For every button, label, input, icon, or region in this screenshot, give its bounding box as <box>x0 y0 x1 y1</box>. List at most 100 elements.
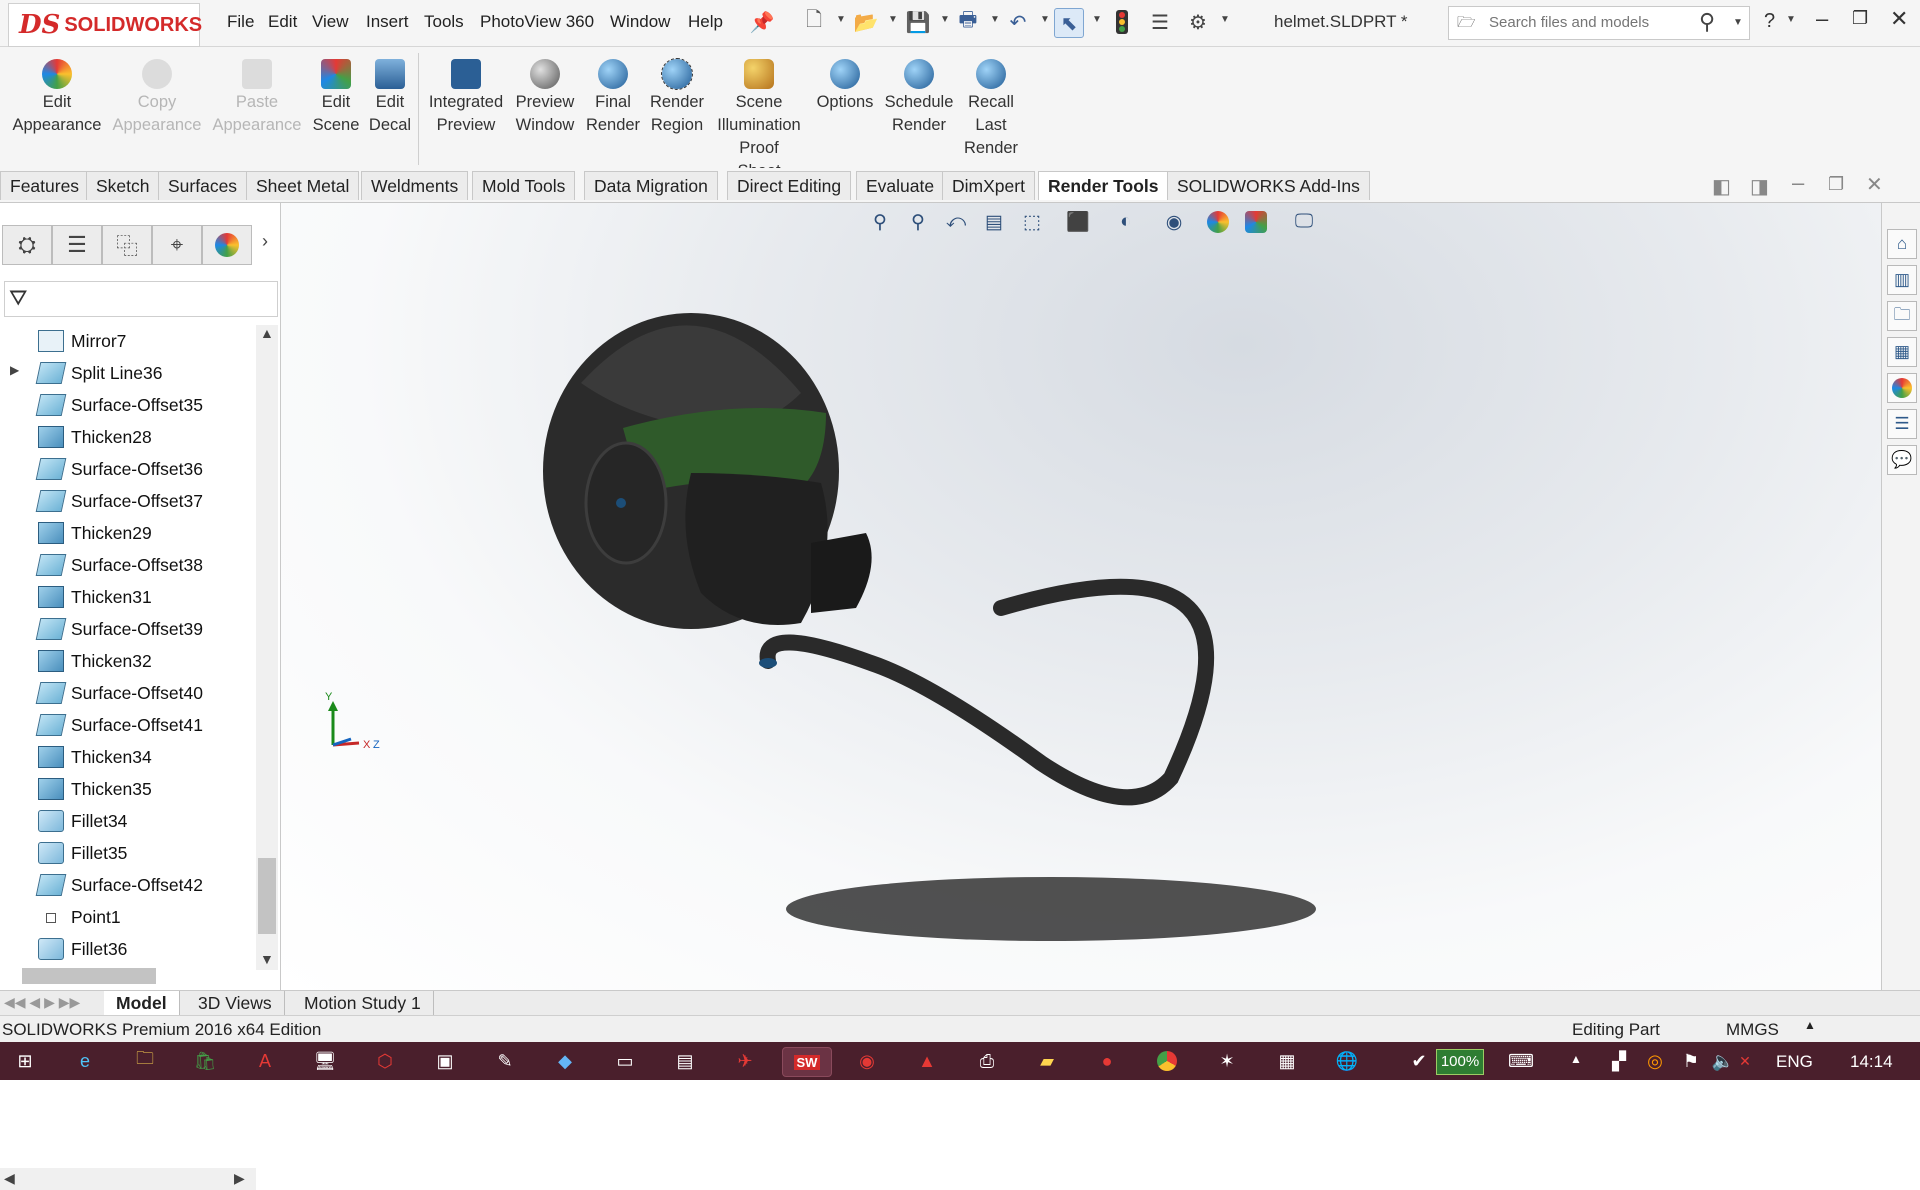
edit-scene-button[interactable]: Edit Scene <box>308 59 364 137</box>
tab-evaluate[interactable]: Evaluate <box>856 171 945 200</box>
scroll-up-arrow-icon[interactable]: ▲ <box>260 325 274 341</box>
graphics-area[interactable]: ⚲ ⚲ ⤺ ▤ ⬚ ⬛ ◐ ◉ 🖵 Y X Z <box>281 203 1881 990</box>
acrobat-icon[interactable]: A <box>250 1047 280 1075</box>
feature-manager-tab[interactable]: ⛭ <box>2 225 52 265</box>
tree-node[interactable]: Surface-Offset37 <box>0 485 256 517</box>
notes-app-icon[interactable]: ▤ <box>670 1047 700 1075</box>
keyboard-icon[interactable]: ⌨ <box>1506 1047 1536 1075</box>
avast-tray-icon[interactable]: ◎ <box>1640 1047 1670 1075</box>
file-properties-icon[interactable]: ☰ <box>1146 8 1174 36</box>
visual-studio-icon[interactable]: ◆ <box>550 1047 580 1075</box>
tree-node[interactable]: Thicken35 <box>0 773 256 805</box>
tree-horizontal-scrollbar[interactable]: ◀ ▶ <box>0 1168 256 1190</box>
tree-node[interactable]: Surface-Offset40 <box>0 677 256 709</box>
solidworks-resources-icon[interactable]: ⌂ <box>1887 229 1917 259</box>
property-manager-tab[interactable]: ☰ <box>52 225 102 265</box>
edit-appearance-button[interactable]: Edit Appearance <box>8 59 106 137</box>
control-panel-icon[interactable]: ▣ <box>430 1047 460 1075</box>
schedule-render-button[interactable]: Schedule Render <box>876 59 962 137</box>
store-icon[interactable]: 🛍 <box>190 1047 220 1075</box>
help-icon[interactable]: ? <box>1764 10 1775 33</box>
tab-dimxpert[interactable]: DimXpert <box>942 171 1035 200</box>
print-icon[interactable]: 🖶 <box>954 8 982 36</box>
language-indicator[interactable]: ENG <box>1776 1052 1813 1072</box>
tree-node[interactable]: Fillet34 <box>0 805 256 837</box>
helmet-model[interactable] <box>281 203 1881 990</box>
action-center-flag-icon[interactable]: ⚑ <box>1676 1047 1706 1075</box>
tab-weldments[interactable]: Weldments <box>361 171 469 200</box>
panel-left-icon[interactable]: ◧ <box>1712 174 1731 199</box>
menu-window[interactable]: Window <box>610 12 670 32</box>
appearances-scenes-decals-icon[interactable] <box>1887 373 1917 403</box>
chevron-down-icon[interactable]: ▼ <box>1220 14 1230 25</box>
doc-close-icon[interactable]: ✕ <box>1866 172 1883 197</box>
sticky-notes-icon[interactable]: ▰ <box>1032 1047 1062 1075</box>
tab-mold-tools[interactable]: Mold Tools <box>472 171 576 200</box>
scene-illumination-proof-sheet-button[interactable]: Scene Illumination Proof Sheet <box>706 59 812 183</box>
design-library-icon[interactable]: ▥ <box>1887 265 1917 295</box>
doc-restore-icon[interactable]: ❐ <box>1828 174 1844 195</box>
configuration-manager-tab[interactable]: ⿻ <box>102 225 152 265</box>
menu-edit[interactable]: Edit <box>268 12 297 32</box>
network-disconnected-icon[interactable]: ✕ <box>1730 1047 1760 1075</box>
panel-right-icon[interactable]: ◨ <box>1750 174 1769 199</box>
select-cursor-icon[interactable]: ⬉ <box>1054 8 1084 38</box>
menu-help[interactable]: Help <box>688 12 723 32</box>
tree-node[interactable]: Thicken31 <box>0 581 256 613</box>
tree-node[interactable]: Surface-Offset38 <box>0 549 256 581</box>
display-manager-tab[interactable] <box>202 225 252 265</box>
tree-node[interactable]: Thicken29 <box>0 517 256 549</box>
tree-node[interactable]: Surface-Offset42 <box>0 869 256 901</box>
close-icon[interactable]: ✕ <box>1890 6 1908 32</box>
doc-minimize-icon[interactable]: – <box>1792 170 1804 196</box>
tree-node[interactable]: Fillet35 <box>0 837 256 869</box>
scroll-left-arrow-icon[interactable]: ◀ <box>4 1170 15 1187</box>
unit-system-selector[interactable]: MMGS <box>1726 1020 1779 1040</box>
menu-tools[interactable]: Tools <box>424 12 464 32</box>
scroll-thumb[interactable] <box>22 968 156 984</box>
scroll-right-arrow-icon[interactable]: ▶ <box>234 1170 245 1187</box>
scanner-app-icon[interactable]: ⎙ <box>972 1047 1002 1075</box>
menu-photoview[interactable]: PhotoView 360 <box>480 12 594 32</box>
feature-filter[interactable]: ⛛ <box>4 281 278 317</box>
scroll-thumb[interactable] <box>258 858 276 934</box>
tab-features[interactable]: Features <box>0 171 90 200</box>
tab-model[interactable]: Model <box>104 991 180 1015</box>
menu-file[interactable]: File <box>227 12 254 32</box>
search-icon[interactable]: ⚲ <box>1699 9 1715 35</box>
clock[interactable]: 14:14 <box>1850 1052 1893 1072</box>
tab-direct-editing[interactable]: Direct Editing <box>727 171 852 200</box>
menu-view[interactable]: View <box>312 12 349 32</box>
chevron-down-icon[interactable]: ▼ <box>940 14 950 25</box>
record-app-icon[interactable]: ◉ <box>852 1047 882 1075</box>
chevron-down-icon[interactable]: ▼ <box>990 14 1000 25</box>
cube-app-icon[interactable]: ⬡ <box>370 1047 400 1075</box>
tree-node[interactable]: Thicken34 <box>0 741 256 773</box>
minimize-icon[interactable]: – <box>1816 6 1828 32</box>
rebuild-traffic-light-icon[interactable] <box>1108 8 1136 36</box>
open-folder-icon[interactable]: 📂 <box>852 8 880 36</box>
preview-window-button[interactable]: Preview Window <box>510 59 580 137</box>
network-app-icon[interactable]: ▭ <box>610 1047 640 1075</box>
tab-data-migration[interactable]: Data Migration <box>584 171 718 200</box>
undo-icon[interactable]: ↶ <box>1004 8 1032 36</box>
tree-node[interactable]: Point1 <box>0 901 256 933</box>
tree-node[interactable]: Thicken32 <box>0 645 256 677</box>
chevron-down-icon[interactable]: ▼ <box>1040 14 1050 25</box>
wing-app-icon[interactable]: ✈ <box>730 1047 760 1075</box>
edit-decal-button[interactable]: Edit Decal <box>364 59 416 137</box>
chevron-down-icon[interactable]: ▼ <box>1733 17 1743 28</box>
final-render-button[interactable]: Final Render <box>582 59 644 137</box>
tab-sheet-metal[interactable]: Sheet Metal <box>246 171 360 200</box>
tree-node[interactable]: Surface-Offset35 <box>0 389 256 421</box>
filter-funnel-icon[interactable]: ⛛ <box>9 285 27 311</box>
media-app-icon[interactable]: ● <box>1092 1047 1122 1075</box>
security-shield-icon[interactable]: ✔ <box>1404 1047 1434 1075</box>
globe-app-icon[interactable]: 🌐 <box>1332 1047 1362 1075</box>
chevron-down-icon[interactable]: ▼ <box>836 14 846 25</box>
chevron-up-icon[interactable]: ▲ <box>1804 1018 1816 1032</box>
solidworks-logo[interactable]: DS SOLIDWORKS <box>8 3 202 47</box>
file-explorer-icon[interactable]: 🗀 <box>1887 301 1917 331</box>
dimxpert-manager-tab[interactable]: ⌖ <box>152 225 202 265</box>
game-app-icon[interactable]: ✶ <box>1212 1047 1242 1075</box>
